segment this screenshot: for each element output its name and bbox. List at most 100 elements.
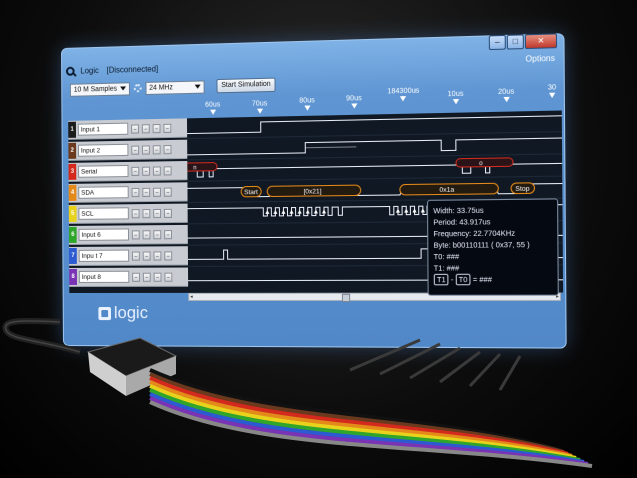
tooltip-t0: T0: ### bbox=[433, 251, 460, 262]
channel-button[interactable]: – bbox=[153, 208, 162, 218]
channel-name-input[interactable]: Input 8 bbox=[78, 270, 130, 283]
channel-button[interactable]: – bbox=[132, 272, 140, 282]
tooltip-t1: T1: ### bbox=[433, 263, 460, 273]
maximize-button[interactable]: □ bbox=[506, 34, 524, 50]
decode-byte-label: 0x1a bbox=[439, 186, 454, 194]
channel-number: 2 bbox=[68, 142, 77, 159]
stage: – □ ✕ Logic [Disconnected] Options 10 M … bbox=[0, 0, 637, 478]
channel-button[interactable]: – bbox=[142, 229, 151, 239]
clock-arrow-markers bbox=[265, 208, 425, 214]
channel-row-4: 4 SDA – – – – bbox=[68, 182, 188, 203]
channel-button[interactable]: – bbox=[153, 272, 162, 282]
samples-value: 10 M Samples bbox=[73, 85, 118, 94]
t1-chip: T1 bbox=[433, 273, 449, 286]
channel-button[interactable]: – bbox=[131, 187, 140, 197]
tooltip-frequency: Frequency: 22.7704KHz bbox=[433, 228, 516, 239]
ruler-tick: 10us bbox=[448, 91, 464, 105]
ruler-tick: 20us bbox=[498, 88, 514, 103]
channel-button[interactable]: – bbox=[131, 166, 140, 176]
serial-decode-left-label: n bbox=[193, 165, 196, 171]
channel-row-1: 1 Input 1 – – – – bbox=[68, 118, 188, 140]
channel-button[interactable]: – bbox=[131, 251, 140, 261]
channel-name-input[interactable]: Input 6 bbox=[78, 228, 129, 241]
channel-button[interactable]: – bbox=[152, 144, 161, 154]
channel-number: 6 bbox=[68, 226, 77, 243]
channel-number: 1 bbox=[68, 121, 77, 138]
channel-button[interactable]: – bbox=[141, 123, 150, 133]
ruler-tick: 60us bbox=[205, 101, 220, 115]
channel-button[interactable]: – bbox=[153, 229, 162, 239]
channel-button[interactable]: – bbox=[153, 187, 161, 197]
channel-button[interactable]: – bbox=[163, 187, 172, 197]
channel-row-8: 8 Input 8 – – – – bbox=[69, 267, 189, 287]
channel-button[interactable]: – bbox=[142, 187, 151, 197]
chevron-down-icon bbox=[119, 86, 126, 91]
channel-row-6: 6 Input 6 – – – – bbox=[68, 224, 188, 245]
minus-sign: - bbox=[450, 274, 454, 285]
channel-button[interactable]: – bbox=[141, 144, 150, 155]
ruler-tick: 80us bbox=[299, 97, 315, 111]
channel-name-input[interactable]: Serial bbox=[78, 164, 129, 178]
serial-decode-left bbox=[186, 163, 217, 172]
probe-leads bbox=[349, 338, 522, 391]
rate-value: 24 MHz bbox=[149, 83, 173, 92]
channel-name-input[interactable]: Inpu t 7 bbox=[78, 249, 130, 262]
channel-number: 3 bbox=[68, 163, 77, 180]
samples-select[interactable]: 10 M Samples bbox=[69, 81, 130, 97]
channel-button[interactable]: – bbox=[142, 250, 151, 261]
channel-button[interactable]: – bbox=[152, 123, 161, 133]
channel-name-input[interactable]: SCL bbox=[78, 207, 129, 220]
tooltip-period: Period: 43.917us bbox=[433, 216, 491, 227]
tooltip-byte: Byte: b00110111 ( 0x37, 55 ) bbox=[433, 239, 530, 250]
channel-button[interactable]: – bbox=[131, 208, 140, 218]
channel-number: 4 bbox=[68, 184, 77, 201]
channel-row-7: 7 Inpu t 7 – – – – bbox=[69, 246, 188, 266]
channel-button[interactable]: – bbox=[131, 229, 140, 239]
channel-name-input[interactable]: Input 1 bbox=[77, 122, 129, 136]
search-icon bbox=[65, 66, 75, 76]
window-title: Logic bbox=[80, 65, 99, 76]
window-controls: – □ ✕ bbox=[488, 33, 558, 51]
channel-button[interactable]: – bbox=[163, 165, 172, 176]
ruler-tick: 70us bbox=[252, 100, 267, 114]
diff-value: = ### bbox=[472, 274, 492, 285]
channel-button[interactable]: – bbox=[164, 272, 173, 282]
channel-button[interactable]: – bbox=[164, 250, 173, 261]
channel-button[interactable]: – bbox=[142, 272, 151, 282]
ruler-tick: 90us bbox=[346, 95, 362, 109]
rate-select[interactable]: 24 MHz bbox=[145, 79, 205, 95]
title-bar: Logic [Disconnected] bbox=[65, 60, 159, 79]
measure-arrow bbox=[305, 147, 356, 148]
channel-button[interactable]: – bbox=[163, 208, 172, 218]
channel-number: 7 bbox=[69, 247, 77, 264]
channel-button[interactable]: – bbox=[153, 250, 162, 261]
options-menu[interactable]: Options bbox=[525, 54, 555, 64]
channel-number: 5 bbox=[68, 205, 77, 222]
logic-analyzer-hardware bbox=[2, 317, 593, 468]
connection-status: [Disconnected] bbox=[106, 63, 159, 75]
channel-button[interactable]: – bbox=[131, 123, 139, 134]
channel-button[interactable]: – bbox=[163, 144, 172, 154]
trace-input-1 bbox=[187, 116, 562, 134]
decode-stop-label: Stop bbox=[515, 185, 530, 193]
rainbow-ribbon-cable bbox=[149, 368, 593, 468]
gear-icon[interactable] bbox=[133, 84, 142, 93]
channel-row-3: 3 Serial – – – – bbox=[68, 160, 188, 182]
minimize-button[interactable]: – bbox=[488, 34, 506, 51]
channel-name-input[interactable]: Input 2 bbox=[77, 143, 129, 157]
channel-button[interactable]: – bbox=[142, 208, 151, 218]
channel-row-2: 2 Input 2 – – – – bbox=[68, 139, 188, 161]
channel-button[interactable]: – bbox=[164, 229, 173, 239]
channel-button[interactable]: – bbox=[152, 165, 161, 176]
chevron-down-icon bbox=[194, 84, 201, 89]
channel-number: 8 bbox=[69, 268, 78, 285]
channel-button[interactable]: – bbox=[163, 123, 172, 133]
channel-button[interactable]: – bbox=[131, 145, 140, 155]
close-button[interactable]: ✕ bbox=[524, 33, 558, 50]
decode-start-label: Start bbox=[244, 189, 258, 196]
channel-name-input[interactable]: SDA bbox=[78, 186, 129, 199]
start-simulation-button[interactable]: Start Simulation bbox=[216, 77, 276, 94]
tooltip-diff: T1 - T0 = ### bbox=[433, 273, 553, 286]
t0-chip: T0 bbox=[455, 273, 471, 286]
channel-button[interactable]: – bbox=[142, 166, 151, 176]
